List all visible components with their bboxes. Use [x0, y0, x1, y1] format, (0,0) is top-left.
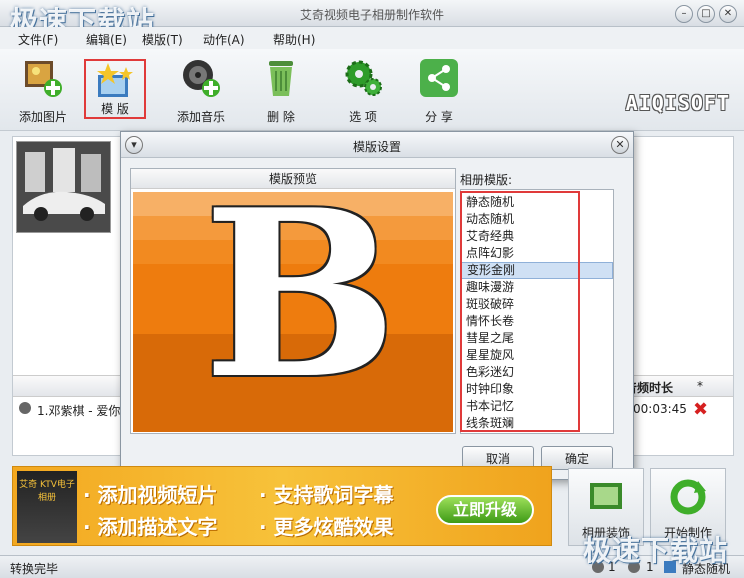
template-item[interactable]: 趣味漫游: [461, 279, 613, 296]
menu-edit[interactable]: 编辑(E): [86, 31, 127, 48]
template-list[interactable]: 静态随机 动态随机 艾奇经典 点阵幻影 变形金刚 趣味漫游 斑驳破碎 情怀长卷 彗星之尾 星星旋风…: [460, 189, 614, 434]
music-disc-icon: [19, 402, 31, 414]
add-photo-button[interactable]: 添加图片: [8, 57, 78, 125]
template-preview: 模版预览 B: [130, 168, 456, 434]
upgrade-button[interactable]: 立即升级: [436, 495, 534, 525]
upgrade-banner[interactable]: 艾奇 KTV电子相册 · 添加视频短片 · 支持歌词字幕 · 添加描述文字 · …: [12, 466, 552, 546]
template-item[interactable]: 变形金刚: [461, 262, 613, 279]
template-item[interactable]: 彗星之尾: [461, 330, 613, 347]
options-label: 选 项: [349, 110, 377, 124]
banner-line-1b: · 支持歌词字幕: [259, 483, 394, 507]
template-icon: [94, 61, 136, 103]
refresh-icon: [670, 479, 706, 515]
menu-bar: 文件(F) 编辑(E) 模版(T) 动作(A) 帮助(H): [0, 27, 744, 49]
delete-label: 删 除: [267, 110, 295, 124]
music-duration: 00:03:45: [633, 402, 687, 416]
banner-line-2a: · 添加描述文字: [83, 515, 218, 539]
options-button[interactable]: 选 项: [328, 57, 398, 125]
template-label: 模 版: [101, 102, 129, 116]
menu-action[interactable]: 动作(A): [203, 31, 245, 48]
preview-image: B: [133, 192, 453, 432]
product-box: 艾奇 KTV电子相册: [17, 471, 77, 543]
gear-icon: [342, 57, 384, 99]
share-icon: [418, 57, 460, 99]
add-music-icon: [180, 57, 222, 99]
template-button[interactable]: 模 版: [84, 59, 146, 119]
add-photo-label: 添加图片: [18, 110, 67, 124]
dialog-close-button[interactable]: ✕: [611, 136, 629, 154]
template-item[interactable]: 时钟印象: [461, 381, 613, 398]
template-item[interactable]: 静态随机: [461, 194, 613, 211]
add-music-label: 添加音乐: [176, 110, 225, 124]
close-button[interactable]: ✕: [719, 5, 737, 23]
template-item[interactable]: 斑驳破碎: [461, 296, 613, 313]
banner-line-2b: · 更多炫酷效果: [259, 515, 394, 539]
share-button[interactable]: 分 享: [404, 57, 474, 125]
template-item[interactable]: 线条斑斓: [461, 415, 613, 432]
maximize-button[interactable]: □: [697, 5, 715, 23]
template-item[interactable]: 色彩迷幻: [461, 364, 613, 381]
template-settings-dialog: ▾ 模版设置 ✕ 模版预览 B 相册模版: 静态随机 动态随机 艾奇经典 点阵幻影 变形…: [120, 131, 634, 480]
trash-icon: [260, 57, 302, 99]
add-photo-icon: [22, 57, 64, 99]
preview-letter: B: [203, 192, 398, 430]
frame-icon: [590, 483, 622, 509]
share-label: 分 享: [425, 110, 453, 124]
template-item[interactable]: 情怀长卷: [461, 313, 613, 330]
dialog-title-bar: ▾ 模版设置 ✕: [121, 132, 633, 158]
menu-file[interactable]: 文件(F): [18, 31, 58, 48]
status-text: 转换完毕: [10, 562, 59, 576]
minimize-button[interactable]: –: [675, 5, 693, 23]
preview-label: 模版预览: [131, 169, 455, 189]
add-music-button[interactable]: 添加音乐: [166, 57, 236, 125]
photo-thumbnail[interactable]: [16, 141, 111, 233]
toolbar: 添加图片 模 版 添加音乐 删 除 选 项 分 享 AIQISOFT: [0, 49, 744, 131]
menu-template[interactable]: 模版(T): [142, 31, 183, 48]
banner-line-1a: · 添加视频短片: [83, 483, 218, 507]
template-item[interactable]: 星星旋风: [461, 347, 613, 364]
delete-button[interactable]: 删 除: [246, 57, 316, 125]
car-photo-icon: [17, 142, 110, 232]
title-bar: 艾奇视频电子相册制作软件 极速下载站 – □ ✕: [0, 0, 744, 38]
template-item[interactable]: 艾奇经典: [461, 228, 613, 245]
star-column-header: *: [697, 379, 703, 393]
template-item[interactable]: 书本记忆: [461, 398, 613, 415]
music-name: 1.邓紫棋 - 爱你: [37, 404, 121, 418]
template-item[interactable]: 点阵幻影: [461, 245, 613, 262]
watermark-bottom: 极速下载站: [582, 534, 728, 567]
template-item[interactable]: 动态随机: [461, 211, 613, 228]
templates-label: 相册模版:: [460, 173, 513, 187]
brand-logo: AIQISOFT: [625, 91, 730, 115]
remove-icon[interactable]: ✖: [693, 399, 708, 420]
menu-help[interactable]: 帮助(H): [273, 31, 315, 48]
dialog-title: 模版设置: [352, 140, 401, 154]
